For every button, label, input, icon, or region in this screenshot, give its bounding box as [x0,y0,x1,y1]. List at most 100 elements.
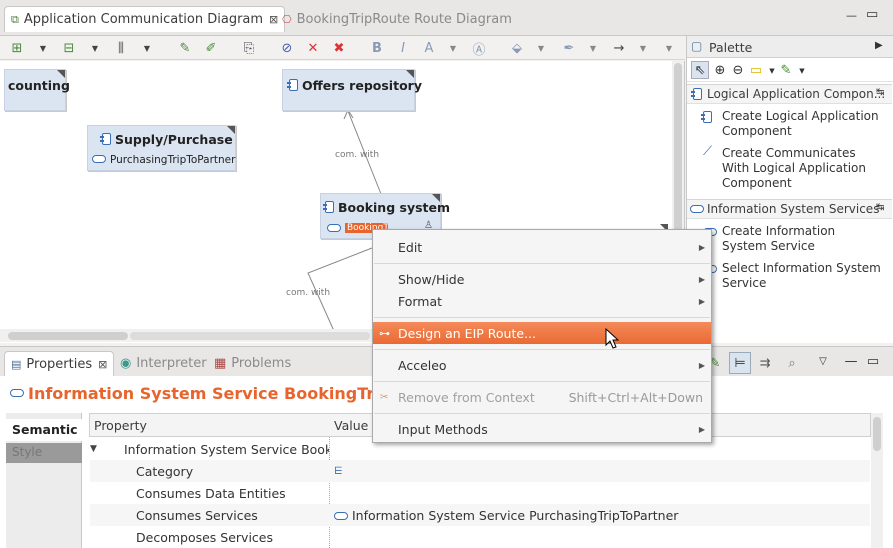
chevron-down-icon[interactable]: ▼ [444,39,462,57]
palette-icon: ▢ [691,39,703,53]
palette-drawer-information-system-services[interactable]: Information System Services ↹ [687,199,892,219]
tab-application-communication-diagram[interactable]: ⧉ Application Communication Diagram ⊠ [4,6,286,32]
node-supply-purchase[interactable]: Supply/Purchase PurchasingTripToPartner [87,125,236,171]
component-icon [287,79,298,91]
layers-icon[interactable]: ⊟ [60,39,78,57]
expand-arrow-icon[interactable]: ▼ [90,444,97,454]
close-icon[interactable]: ⊠ [98,358,107,371]
scroll-thumb[interactable] [873,417,881,451]
line-style-icon[interactable]: → [610,39,628,57]
chevron-down-icon[interactable]: ▼ [584,39,602,57]
drawer-label: Information System Services [707,202,880,216]
tab-properties[interactable]: ▤ Properties ⊠ [4,351,115,376]
fill-color-icon[interactable]: ⬙ [508,39,526,57]
search-icon[interactable]: ⌕ [783,354,801,372]
tab-interpreter[interactable]: ◉ Interpreter [114,351,213,376]
scroll-thumb[interactable] [130,332,370,340]
menu-label: Edit [398,239,423,255]
menu-item-edit[interactable]: Edit ▶ [373,236,711,258]
chevron-down-icon[interactable]: ▼ [86,39,104,57]
unpin-icon[interactable]: ✐ [202,39,220,57]
palette-tools: ⇖ ⊕ ⊖ ▭ ▼ ✎ ▼ [687,58,893,82]
menu-label: Show/Hide [398,271,465,287]
italic-icon[interactable]: I [394,39,412,57]
tree-view-icon[interactable]: ⊨ [729,352,751,374]
node-title: Offers repository [302,78,422,93]
connection-icon: ⟋ [703,144,713,159]
palette-item-select-service[interactable]: Select Information System Service [703,261,883,291]
menu-item-show-hide[interactable]: Show/Hide ▶ [373,268,711,290]
select-icon[interactable]: ⇖ [691,61,709,79]
pin-icon[interactable]: ✎ [176,39,194,57]
column-header-value[interactable]: Value [334,418,368,433]
more-icon[interactable]: ▼ [660,39,678,57]
tab-label: BookingTripRoute Route Diagram [296,11,512,27]
node-corner [57,70,65,78]
property-value: Information System Service PurchasingTri… [352,507,679,523]
menu-shortcut: Shift+Ctrl+Alt+Down [568,389,703,405]
menu-item-remove-from-context[interactable]: ✂ Remove from Context Shift+Ctrl+Alt+Dow… [373,386,711,408]
submenu-arrow-icon: ▶ [698,274,705,284]
properties-title: Information System Service BookingTrip [28,384,392,403]
delete-icon[interactable]: ✕ [304,39,322,57]
maximize-button[interactable]: ▭ [866,7,878,22]
minimize-button[interactable]: — [842,352,860,370]
item-label: Select Information System Service [722,261,881,290]
maximize-button[interactable]: ▭ [864,352,882,370]
edge-arrowhead [343,108,354,120]
service-icon [690,205,704,213]
zoom-in-icon[interactable]: ⊕ [711,61,729,79]
minimize-button[interactable]: — [846,9,857,22]
tab-label: Problems [231,356,292,371]
node-accounting[interactable]: counting [4,69,70,111]
chevron-down-icon[interactable]: ▼ [634,39,652,57]
properties-scrollbar[interactable] [871,413,883,548]
palette-item-create-service[interactable]: Create Information System Service [703,224,883,254]
palette-drawer-logical-component[interactable]: Logical Application Compon... ↹ [687,84,892,104]
node-title: Supply/Purchase [115,132,233,147]
menu-item-input-methods[interactable]: Input Methods ▶ [373,418,711,440]
copy-format-icon[interactable]: ⎘ [240,39,258,57]
chevron-down-icon[interactable]: ▼ [793,62,811,80]
palette-item-create-communicates-with[interactable]: ⟋ Create Communicates With Logical Appli… [703,144,883,191]
table-row[interactable]: Decomposes Services [90,526,870,548]
line-color-icon[interactable]: ✒ [560,39,578,57]
table-row[interactable]: Consumes Services Information System Ser… [90,504,870,526]
tab-label: Application Communication Diagram [23,12,264,27]
side-tab-semantic[interactable]: Semantic [6,419,83,441]
menu-label: Acceleo [398,357,447,373]
chevron-down-icon[interactable]: ▼ [138,39,156,57]
column-header-property[interactable]: Property [94,418,147,433]
font-color-icon[interactable]: A [420,39,438,57]
bold-icon[interactable]: B [368,39,386,57]
delete-from-model-icon[interactable]: ✖ [330,39,348,57]
table-row[interactable]: Consumes Data Entities [90,482,870,504]
tab-booking-trip-route-diagram[interactable]: ⎔ BookingTripRoute Route Diagram [276,6,518,32]
tab-label: Properties [26,356,93,372]
filter-icon[interactable]: ⫼ [112,39,130,57]
menu-item-design-eip-route[interactable]: ⊶ Design an EIP Route... [373,322,711,344]
chevron-down-icon[interactable]: ▼ [532,39,550,57]
submenu-arrow-icon: ▶ [698,296,705,306]
menu-item-format[interactable]: Format ▶ [373,290,711,312]
expand-icon[interactable]: ↹ [876,87,884,98]
text-style-icon[interactable]: Ⓐ [470,39,488,58]
scroll-thumb[interactable] [8,332,128,340]
side-tab-style[interactable]: Style [6,443,82,463]
chevron-down-icon[interactable]: ▼ [34,39,52,57]
tab-problems[interactable]: ▦ Problems [208,351,297,376]
item-label: Create Logical Application Component [722,109,879,138]
node-offers-repository[interactable]: Offers repository [282,69,422,111]
hide-icon[interactable]: ⊘ [278,39,296,57]
zoom-out-icon[interactable]: ⊖ [729,61,747,79]
service-label[interactable]: PurchasingTripToPartner [110,154,235,166]
collapse-palette-icon[interactable]: ▶ [875,40,883,51]
sort-icon[interactable]: ⇉ [756,354,774,372]
properties-icon: ▤ [11,357,22,371]
palette-item-create-component[interactable]: Create Logical Application Component [701,109,883,139]
table-row[interactable]: Category ⋿ [90,460,870,482]
view-menu-icon[interactable]: ▽ [814,352,832,370]
menu-item-acceleo[interactable]: Acceleo ▶ [373,354,711,376]
expand-icon[interactable]: ↹ [876,202,884,213]
arrange-icon[interactable]: ⊞ [8,39,26,57]
